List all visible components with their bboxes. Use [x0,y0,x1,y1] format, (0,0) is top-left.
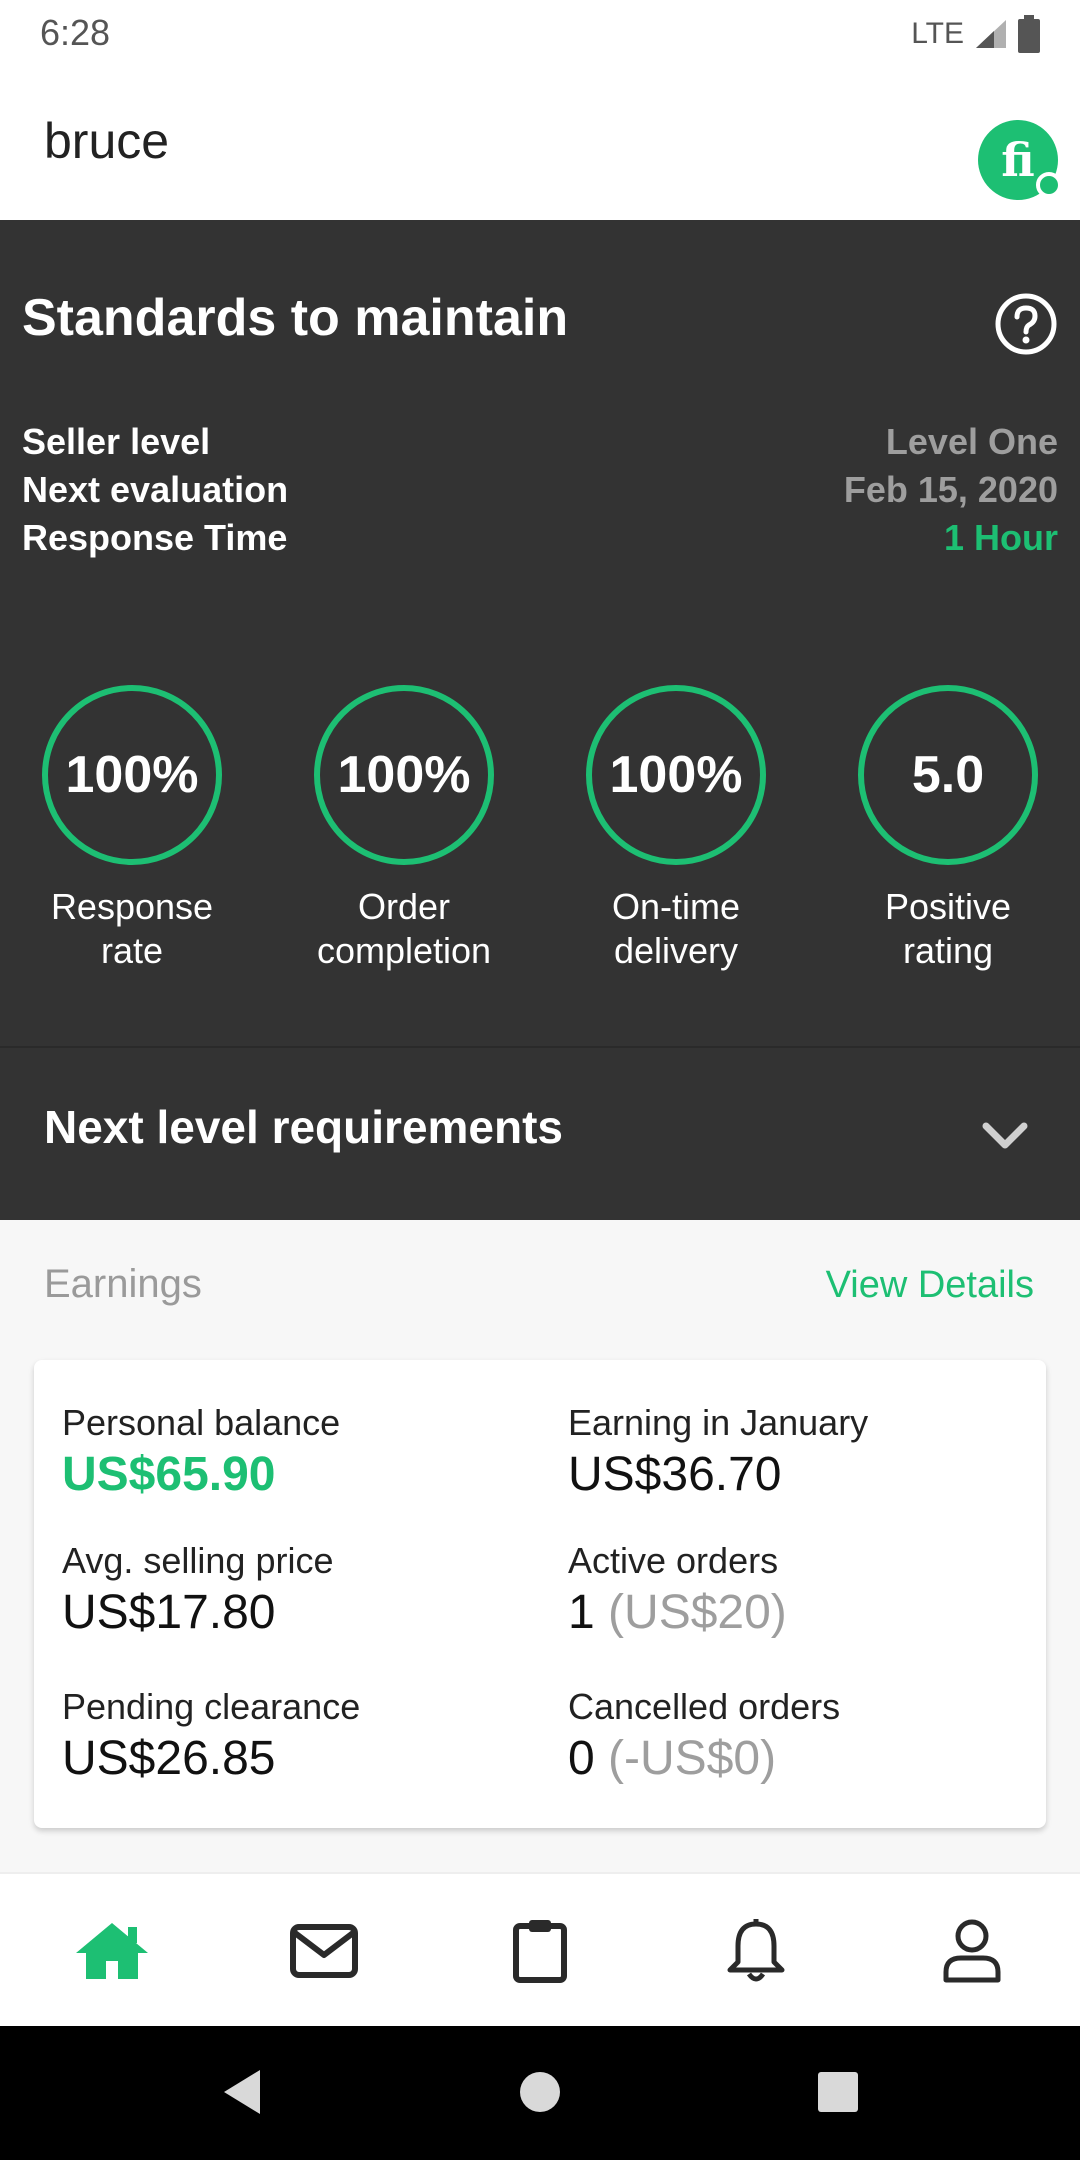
status-time: 6:28 [40,12,111,53]
metric-value: 100% [65,746,199,804]
recents-icon[interactable] [808,2062,868,2122]
next-evaluation-label: Next evaluation [22,469,289,510]
next-evaluation-value: Feb 15, 2020 [843,469,1058,510]
metric-response-rate: 100% Response rate [12,685,252,1005]
cancelled-orders-label: Cancelled orders [568,1686,841,1727]
nav-orders[interactable] [432,1874,648,2028]
standards-section: Standards to maintain Seller level Level… [0,220,1080,1220]
avg-selling-price: Avg. selling price US$17.80 [62,1538,542,1642]
metric-value: 100% [337,746,471,804]
cancelled-orders: Cancelled orders 0 (-US$0) [568,1684,1048,1788]
battery-icon [1018,15,1040,53]
active-orders-amount: (US$20) [608,1586,787,1639]
metric-ring: 100% [586,685,766,865]
nav-home[interactable] [4,1874,220,2028]
metric-value: 100% [609,746,743,804]
notifications-icon [727,1919,785,1982]
nav-profile[interactable] [864,1874,1080,2028]
earnings-title: Earnings [44,1262,202,1306]
avg-selling-price-label: Avg. selling price [62,1540,334,1581]
cancelled-orders-amount: (-US$0) [608,1732,777,1785]
metric-label: Response rate [12,885,252,973]
cancelled-orders-value: 0 (-US$0) [568,1730,1048,1788]
nav-notifications[interactable] [648,1874,864,2028]
nav-inbox[interactable] [216,1874,432,2028]
avatar[interactable]: fi [978,120,1062,200]
system-nav-bar [0,2026,1080,2160]
inbox-icon [290,1924,358,1978]
orders-icon [513,1920,567,1983]
cancelled-orders-count: 0 [568,1732,595,1785]
metric-label-line: delivery [613,930,739,971]
seller-level-row: Seller level Level One [22,417,1058,467]
info-row-seller-level [22,620,1058,670]
bottom-nav [0,1872,1080,2026]
pending-clearance-value: US$26.85 [62,1732,276,1785]
signal-icon [976,20,1006,48]
profile-icon [943,1919,1001,1983]
online-status-dot [1036,172,1062,198]
metric-label-line: completion [316,930,492,971]
earning-month: Earning in January US$36.70 [568,1400,1048,1504]
earning-month-value: US$36.70 [568,1448,782,1501]
network-type: LTE [911,17,964,50]
personal-balance-label: Personal balance [62,1402,341,1443]
earning-month-label: Earning in January [568,1402,869,1443]
active-orders-label: Active orders [568,1540,779,1581]
seller-level-label: Seller level [22,421,211,462]
home-icon [76,1923,148,1979]
next-evaluation-row: Next evaluation Feb 15, 2020 [22,465,1058,515]
metric-label: Positive rating [828,885,1068,973]
username: bruce [44,113,170,169]
earnings-card: Personal balance US$65.90 Earning in Jan… [34,1360,1046,1828]
pending-clearance-label: Pending clearance [62,1686,361,1727]
metric-label-line: Positive [884,886,1012,927]
chevron-down-icon [982,1122,1028,1149]
metrics-row: 100% Response rate 100% Order completion… [0,685,1080,1005]
response-time-label: Response Time [22,517,288,558]
personal-balance: Personal balance US$65.90 [62,1400,542,1504]
earnings-section: Earnings View Details Personal balance U… [0,1220,1080,1872]
response-time-value: 1 Hour [943,517,1058,558]
active-orders: Active orders 1 (US$20) [568,1538,1048,1642]
home-button-icon[interactable] [510,2062,570,2122]
back-icon[interactable] [214,2062,274,2122]
avg-selling-price-value: US$17.80 [62,1586,276,1639]
metric-label: On-time delivery [556,885,796,973]
metric-positive-rating: 5.0 Positive rating [828,685,1068,1005]
metric-label-line: rating [902,930,994,971]
seller-level-value: Level One [885,421,1058,462]
status-bar: 6:28 LTE [0,0,1080,68]
next-level-requirements[interactable]: Next level requirements [0,1048,1080,1220]
metric-label-line: On-time [611,886,741,927]
metric-label-line: Order [357,886,451,927]
metric-value: 5.0 [911,746,985,804]
metric-ring: 100% [314,685,494,865]
pending-clearance: Pending clearance US$26.85 [62,1684,542,1788]
seller-level-row [22,282,1058,332]
metric-ring: 100% [42,685,222,865]
status-icons: LTE [911,12,1040,56]
metric-label-line: rate [100,930,164,971]
personal-balance-value: US$65.90 [62,1448,276,1501]
app-header: bruce fi [0,68,1080,220]
view-details-link[interactable]: View Details [826,1264,1034,1307]
metric-label-line: Response [50,886,214,927]
metric-ring: 5.0 [858,685,1038,865]
next-level-label: Next level requirements [44,1101,564,1153]
active-orders-count: 1 [568,1586,595,1639]
metric-order-completion: 100% Order completion [284,685,524,1005]
response-time-row: Response Time 1 Hour [22,513,1058,563]
metric-on-time-delivery: 100% On-time delivery [556,685,796,1005]
active-orders-value: 1 (US$20) [568,1584,1048,1642]
metric-label: Order completion [284,885,524,973]
